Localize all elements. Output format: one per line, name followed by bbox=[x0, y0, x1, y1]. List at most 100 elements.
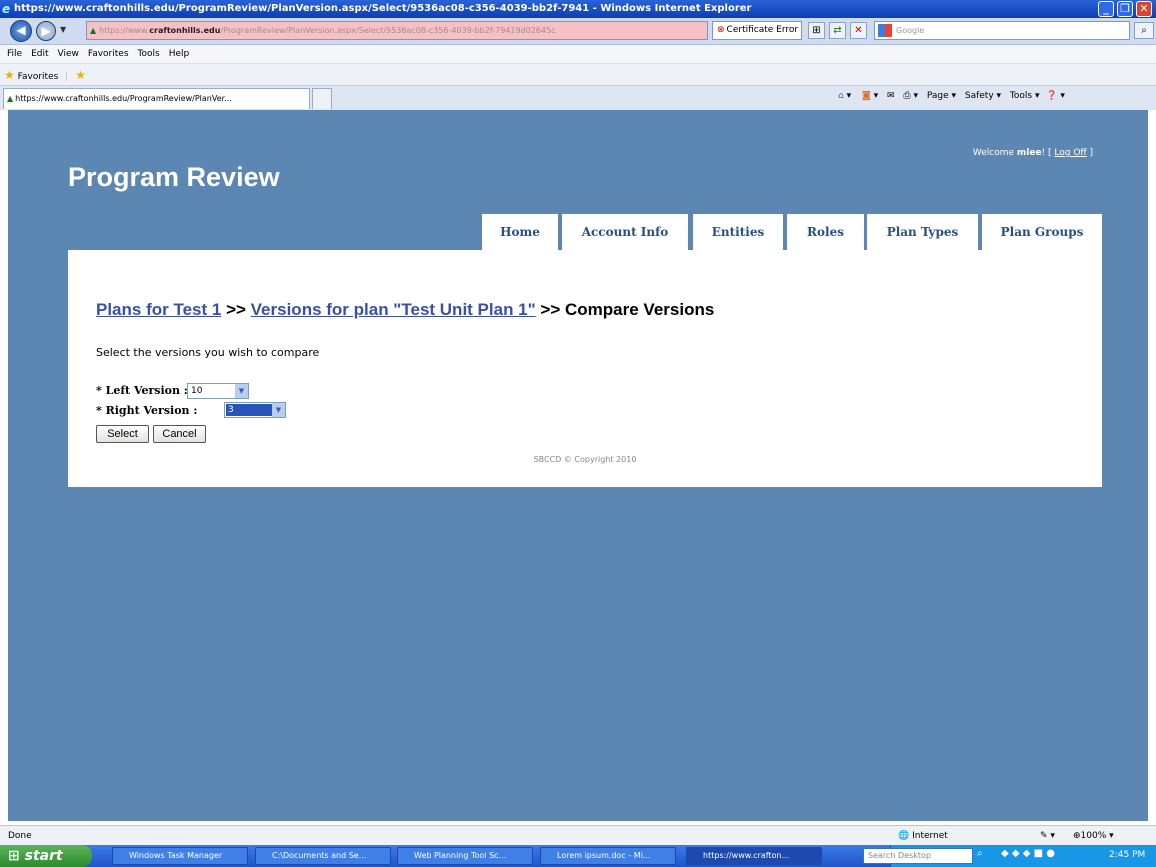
search-input[interactable]: Google bbox=[874, 21, 1130, 40]
task-windows-task-manager[interactable]: Windows Task Manager bbox=[112, 847, 248, 865]
feeds-icon[interactable]: ◙ bbox=[862, 91, 871, 101]
browser-tab[interactable]: ▲ https://www.craftonhills.edu/ProgramRev… bbox=[3, 88, 310, 109]
breadcrumb-plans-link[interactable]: Plans for Test 1 bbox=[96, 300, 221, 319]
select-button[interactable]: Select bbox=[96, 425, 149, 443]
menu-favorites[interactable]: Favorites bbox=[88, 49, 129, 59]
print-icon[interactable]: ⎙ bbox=[903, 91, 910, 101]
chevron-down-icon: ▼ bbox=[235, 384, 248, 398]
left-version-label: * Left Version : bbox=[96, 384, 188, 397]
zone-indicator[interactable]: 🌐 Internet bbox=[898, 826, 948, 846]
help-icon[interactable]: ❓ bbox=[1046, 91, 1057, 101]
welcome-suffix: ! [ bbox=[1041, 148, 1055, 158]
search-placeholder: Google bbox=[896, 26, 925, 35]
address-domain: craftonhills.edu bbox=[149, 26, 221, 35]
favorites-button[interactable]: Favorites bbox=[18, 72, 59, 82]
google-icon bbox=[878, 24, 892, 37]
status-text: Done bbox=[8, 831, 32, 841]
right-version-label: * Right Version : bbox=[96, 404, 198, 417]
breadcrumb-separator: >> bbox=[221, 300, 251, 319]
refresh-icon[interactable]: ⇄ bbox=[829, 22, 846, 39]
task-internet-explorer[interactable]: https://www.crafton... bbox=[686, 847, 822, 865]
menu-help[interactable]: Help bbox=[169, 49, 190, 59]
stop-icon[interactable]: ✕ bbox=[850, 22, 867, 39]
taskbar: ⊞ start Windows Task Manager C:\Document… bbox=[0, 845, 1156, 867]
globe-icon: 🌐 bbox=[898, 831, 910, 841]
mail-icon[interactable]: ✉ bbox=[887, 91, 895, 101]
page-menu[interactable]: Page bbox=[927, 91, 949, 101]
ie-icon: e bbox=[2, 2, 11, 16]
welcome-text: Welcome mlee! [ Log Off ] bbox=[973, 148, 1093, 158]
nav-entities[interactable]: Entities bbox=[693, 214, 783, 250]
menu-tools[interactable]: Tools bbox=[138, 49, 160, 59]
tray-icons[interactable]: ◆ ◆ ◆ ■ ● bbox=[1001, 848, 1055, 859]
favorites-bar: ★ Favorites | ★ bbox=[0, 63, 1156, 86]
nav-plan-types[interactable]: Plan Types bbox=[867, 214, 978, 250]
zoom-icon: ⊕ bbox=[1073, 831, 1081, 841]
nav-roles[interactable]: Roles bbox=[787, 214, 864, 250]
system-tray: Search Desktop ⌕ ◆ ◆ ◆ ■ ● 2:45 PM bbox=[863, 845, 1156, 867]
site-icon: ▲ bbox=[7, 94, 14, 103]
desktop-search-input[interactable]: Search Desktop bbox=[863, 848, 973, 864]
tools-menu[interactable]: Tools bbox=[1010, 91, 1032, 101]
favorites-star-icon: ★ bbox=[4, 68, 15, 82]
zoom-control[interactable]: ⊕100% ▾ bbox=[1073, 826, 1114, 846]
safety-menu[interactable]: Safety bbox=[965, 91, 994, 101]
start-button[interactable]: ⊞ start bbox=[0, 845, 92, 867]
address-bar[interactable]: ▲ https://www.craftonhills.edu/ProgramRev… bbox=[86, 21, 708, 40]
divider: | bbox=[65, 72, 69, 82]
cert-error-icon: ⊗ bbox=[717, 25, 725, 35]
address-toolbar: ◀ ▶ ▼ ▲ https://www.craftonhills.edu/Prog… bbox=[0, 18, 1156, 45]
zoom-level: 100% bbox=[1080, 831, 1107, 841]
zone-label: Internet bbox=[912, 831, 948, 841]
certificate-error-button[interactable]: ⊗ Certificate Error bbox=[712, 21, 802, 40]
search-icon[interactable]: ⌕ bbox=[1134, 22, 1154, 39]
content-panel: Plans for Test 1 >> Versions for plan "T… bbox=[68, 250, 1102, 487]
nav-account-info[interactable]: Account Info bbox=[562, 214, 688, 250]
close-button[interactable]: ✕ bbox=[1136, 1, 1152, 17]
status-bar: Done 🌐 Internet ✎ ▾ ⊕100% ▾ bbox=[0, 825, 1156, 846]
breadcrumb-versions-link[interactable]: Versions for plan "Test Unit Plan 1" bbox=[251, 300, 536, 319]
back-button[interactable]: ◀ bbox=[10, 20, 32, 42]
menu-view[interactable]: View bbox=[58, 49, 79, 59]
tab-bar: ▲ https://www.craftonhills.edu/ProgramRev… bbox=[0, 85, 1156, 110]
new-tab-button[interactable] bbox=[312, 88, 332, 109]
window-title: https://www.craftonhills.edu/ProgramRevi… bbox=[14, 3, 752, 14]
username: mlee bbox=[1016, 148, 1042, 158]
left-version-value: 10 bbox=[191, 386, 203, 396]
menu-file[interactable]: File bbox=[7, 49, 22, 59]
copyright-text: SBCCD © Copyright 2010 bbox=[533, 455, 637, 464]
minimize-button[interactable]: _ bbox=[1098, 1, 1114, 17]
home-icon[interactable]: ⌂ bbox=[838, 91, 844, 101]
instructions-text: Select the versions you wish to compare bbox=[96, 346, 320, 359]
windows-logo-icon: ⊞ bbox=[8, 848, 20, 864]
clock: 2:45 PM bbox=[1109, 850, 1146, 860]
breadcrumb-current: >> Compare Versions bbox=[535, 300, 715, 319]
welcome-close: ] bbox=[1086, 148, 1093, 158]
menu-edit[interactable]: Edit bbox=[31, 49, 48, 59]
add-favorite-icon[interactable]: ★ bbox=[75, 68, 86, 82]
protected-mode-icon[interactable]: ✎ ▾ bbox=[1040, 826, 1055, 846]
nav-plan-groups[interactable]: Plan Groups bbox=[982, 214, 1102, 250]
menu-bar: File Edit View Favorites Tools Help bbox=[0, 45, 1156, 63]
address-path: /ProgramReview/PlanVersion.aspx/Select/9… bbox=[220, 26, 556, 35]
search-icon[interactable]: ⌕ bbox=[977, 848, 983, 859]
right-version-select[interactable]: 3 ▼ bbox=[224, 402, 286, 418]
start-label: start bbox=[24, 848, 63, 864]
right-version-value: 3 bbox=[226, 404, 273, 416]
restore-button[interactable]: ❐ bbox=[1117, 1, 1133, 17]
address-prefix: https://www. bbox=[99, 26, 150, 35]
chevron-down-icon: ▼ bbox=[272, 403, 285, 417]
logoff-link[interactable]: Log Off bbox=[1054, 148, 1086, 158]
task-lorem-ipsum-doc[interactable]: Lorem ipsum.doc - Mi... bbox=[540, 847, 676, 865]
compatibility-icon[interactable]: ⊞ bbox=[808, 22, 825, 39]
window-titlebar[interactable]: e https://www.craftonhills.edu/ProgramRe… bbox=[0, 0, 1156, 18]
left-version-select[interactable]: 10 ▼ bbox=[187, 383, 249, 399]
task-web-planning-tool[interactable]: Web Planning Tool Sc... bbox=[397, 847, 533, 865]
nav-home[interactable]: Home bbox=[482, 214, 558, 250]
web-page: Welcome mlee! [ Log Off ] Program Review… bbox=[8, 110, 1148, 821]
cancel-button[interactable]: Cancel bbox=[153, 425, 206, 443]
forward-button[interactable]: ▶ bbox=[36, 21, 56, 41]
welcome-prefix: Welcome bbox=[972, 148, 1017, 158]
history-dropdown-icon[interactable]: ▼ bbox=[60, 25, 66, 34]
task-documents-folder[interactable]: C:\Documents and Se... bbox=[255, 847, 391, 865]
